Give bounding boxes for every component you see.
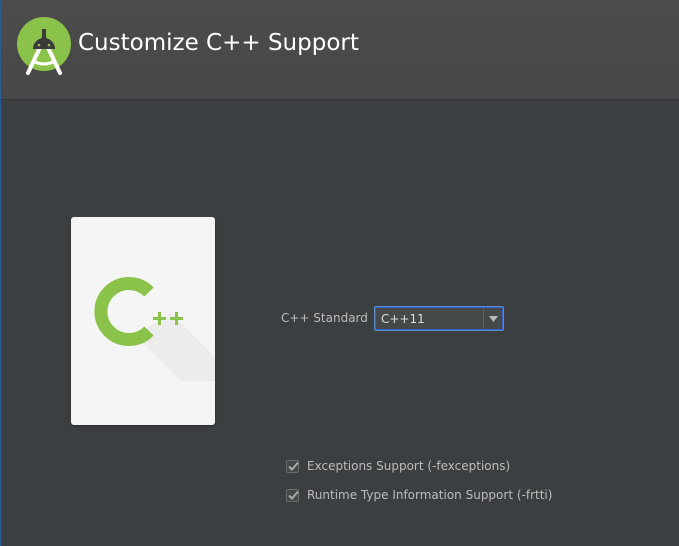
android-studio-logo-icon: [13, 13, 79, 79]
checkmark-icon: [288, 461, 299, 471]
rtti-support-label: Runtime Type Information Support (-frtti…: [307, 488, 553, 502]
exceptions-support-checkbox[interactable]: [286, 459, 299, 473]
cpp-standard-value: C++11: [381, 312, 425, 326]
wizard-header: Customize C++ Support: [1, 0, 679, 100]
cpp-standard-label: C++ Standard: [281, 311, 368, 325]
page-title: Customize C++ Support: [78, 30, 359, 56]
cpp-standard-dropdown[interactable]: C++11: [374, 306, 504, 331]
rtti-support-option[interactable]: Runtime Type Information Support (-frtti…: [286, 486, 552, 504]
exceptions-support-label: Exceptions Support (-fexceptions): [307, 459, 511, 473]
chevron-down-icon[interactable]: [483, 307, 503, 330]
cpp-logo-icon: [94, 277, 215, 381]
checkmark-icon: [288, 490, 299, 500]
cpp-illustration-card: [71, 217, 215, 425]
exceptions-support-option[interactable]: Exceptions Support (-fexceptions): [286, 457, 510, 475]
rtti-support-checkbox[interactable]: [286, 488, 299, 502]
wizard-window: Customize C++ Support C++ Standard C++11: [0, 0, 679, 546]
